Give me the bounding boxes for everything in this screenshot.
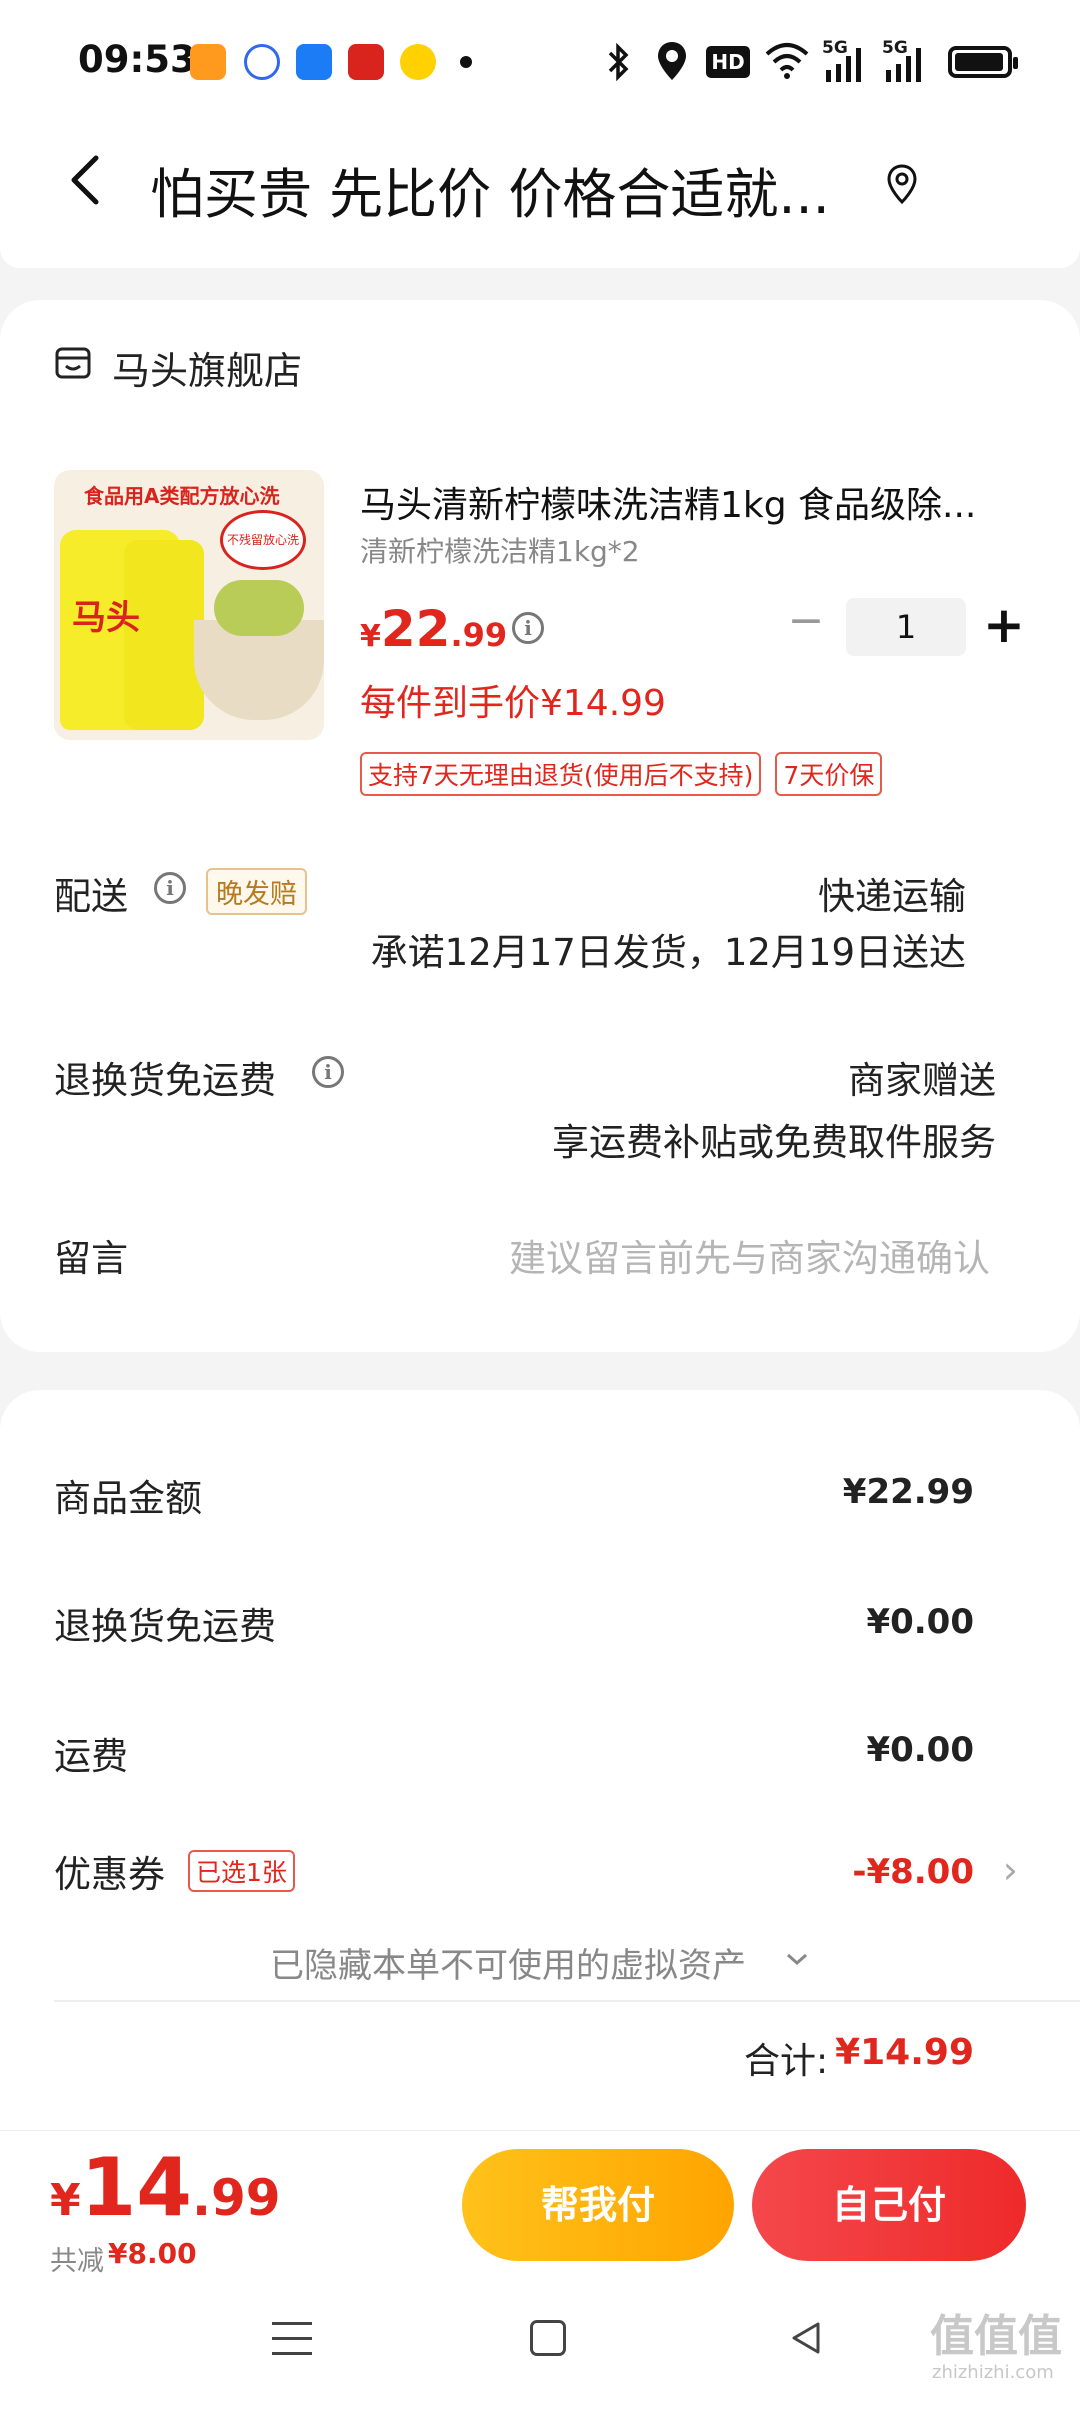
price-protect-tag: 7天价保 (775, 752, 883, 796)
product-seal-text: 不残留放心洗 (226, 533, 299, 547)
checkout-bar: ¥14.99 共减 ¥8.00 帮我付 自己付 (0, 2130, 1080, 2280)
price-symbol: ¥ (360, 619, 381, 654)
shop-name[interactable]: 马头旗舰店 (112, 340, 302, 395)
note-input[interactable]: 建议留言前先与商家沟通确认 (509, 1228, 990, 1282)
product-brand-label: 马头 (72, 598, 140, 638)
hd-icon: HD (706, 46, 750, 78)
return-fee-value: ¥0.00 (866, 1602, 974, 1642)
goods-amount-label: 商品金额 (54, 1477, 202, 1520)
late-compensation-badge: 晚发赔 (206, 868, 307, 915)
meituan-icon (400, 44, 436, 80)
signal-2-icon: 5G (882, 38, 928, 82)
goods-amount-value: ¥22.99 (842, 1472, 974, 1512)
quantity-input[interactable]: 1 (846, 598, 966, 656)
status-bar: 09:53 HD 5G 5G (0, 0, 1080, 120)
page-title: 怕买贵 先比价 价格合适就... (150, 163, 830, 226)
return-shipping-info-icon[interactable]: i (312, 1056, 344, 1088)
saved-label: 共减 (50, 2246, 104, 2277)
divider (54, 2000, 1080, 2002)
total-value: ¥14.99 (835, 2032, 974, 2073)
price-integer: 22 (380, 600, 451, 658)
product-seal: 不残留放心洗 (220, 510, 306, 570)
taobao-icon (190, 44, 226, 80)
battery-level (955, 53, 1003, 71)
quantity-decrease-button[interactable]: − (786, 599, 826, 643)
product-title[interactable]: 马头清新柠檬味洗洁精1kg 食品级除... (360, 476, 1010, 528)
price-decimal: .99 (450, 616, 508, 654)
delivery-label: 配送 (54, 875, 128, 918)
product-image-caption: 食品用A类配方放心洗 (84, 484, 280, 508)
chevron-down-icon[interactable] (784, 1946, 810, 1972)
notification-dot (460, 56, 472, 68)
price-info-icon[interactable]: i (512, 612, 544, 644)
checkout-total: ¥14.99 (50, 2141, 281, 2234)
product-fruit (214, 580, 304, 636)
back-triangle-icon[interactable] (786, 2318, 826, 2358)
total-label: 合计: (744, 2041, 829, 2082)
final-price: 每件到手价¥14.99 (360, 683, 666, 724)
location-icon (658, 42, 686, 80)
xuexi-app-icon (348, 44, 384, 80)
product-spec[interactable]: 清新柠檬洗洁精1kg*2 (360, 530, 640, 570)
baidu-icon (244, 44, 280, 80)
delivery-info-icon[interactable]: i (154, 872, 186, 904)
shipping-fee-label: 运费 (54, 1735, 128, 1778)
back-arrow-icon[interactable] (60, 150, 120, 210)
chevron-right-icon[interactable]: › (1003, 1848, 1018, 1892)
wifi-icon (765, 43, 809, 79)
checkout-total-symbol: ¥ (50, 2175, 81, 2226)
location-pin-icon[interactable] (884, 162, 920, 206)
shipping-fee-value: ¥0.00 (866, 1730, 974, 1770)
system-nav-bar: 值值值 zhizhizhi.com (0, 2280, 1080, 2412)
delivery-method[interactable]: 快递运输 (818, 866, 966, 920)
signal-1-icon: 5G (822, 38, 868, 82)
home-icon[interactable] (530, 2320, 566, 2356)
checkout-total-decimal: .99 (191, 2169, 281, 2227)
order-card: 马头旗舰店 食品用A类配方放心洗 马头 不残留放心洗 马头清新柠檬味洗洁精1kg… (0, 300, 1080, 1352)
return-fee-label: 退换货免运费 (54, 1605, 276, 1648)
phone-app-icon (296, 44, 332, 80)
hd-label: HD (711, 50, 745, 74)
note-label: 留言 (54, 1237, 128, 1280)
product-price: ¥22.99 (360, 600, 507, 658)
saved-value: ¥8.00 (108, 2237, 197, 2270)
previous-card-edge (0, 248, 1080, 268)
return-shipping-label: 退换货免运费 (54, 1059, 276, 1102)
return-shipping-value: 商家赠送 (848, 1059, 996, 1102)
product-image[interactable]: 食品用A类配方放心洗 马头 不残留放心洗 (54, 470, 324, 740)
coupon-label[interactable]: 优惠券 (54, 1844, 165, 1898)
status-time: 09:53 (78, 38, 196, 81)
price-summary-card: 商品金额 ¥22.99 退换货免运费 ¥0.00 运费 ¥0.00 优惠券 已选… (0, 1390, 1080, 2130)
bluetooth-icon (608, 42, 629, 82)
net-type-1: 5G (822, 38, 848, 58)
battery-icon (948, 46, 1018, 78)
quantity-increase-button[interactable]: + (982, 596, 1026, 656)
delivery-promise: 承诺12月17日发货，12月19日送达 (370, 931, 966, 974)
menu-icon[interactable] (272, 2322, 312, 2356)
return-shipping-desc: 享运费补贴或免费取件服务 (552, 1121, 996, 1164)
coupon-selected-badge: 已选1张 (188, 1850, 295, 1892)
hidden-assets-toggle[interactable]: 已隐藏本单不可使用的虚拟资产 (270, 1938, 746, 1987)
pay-myself-button[interactable]: 自己付 (752, 2149, 1026, 2261)
coupon-value[interactable]: -¥8.00 (852, 1852, 974, 1892)
net-type-2: 5G (882, 38, 908, 58)
service-tags: 支持7天无理由退货(使用后不支持) 7天价保 (360, 752, 883, 796)
watermark-url: zhizhizhi.com (932, 2362, 1054, 2383)
checkout-total-integer: 14 (80, 2141, 192, 2234)
watermark: 值值值 (930, 2311, 1062, 2362)
help-me-pay-button[interactable]: 帮我付 (462, 2149, 734, 2261)
header: 怕买贵 先比价 价格合适就... (0, 120, 1080, 250)
return-policy-tag: 支持7天无理由退货(使用后不支持) (360, 752, 762, 796)
shop-icon (55, 347, 91, 379)
